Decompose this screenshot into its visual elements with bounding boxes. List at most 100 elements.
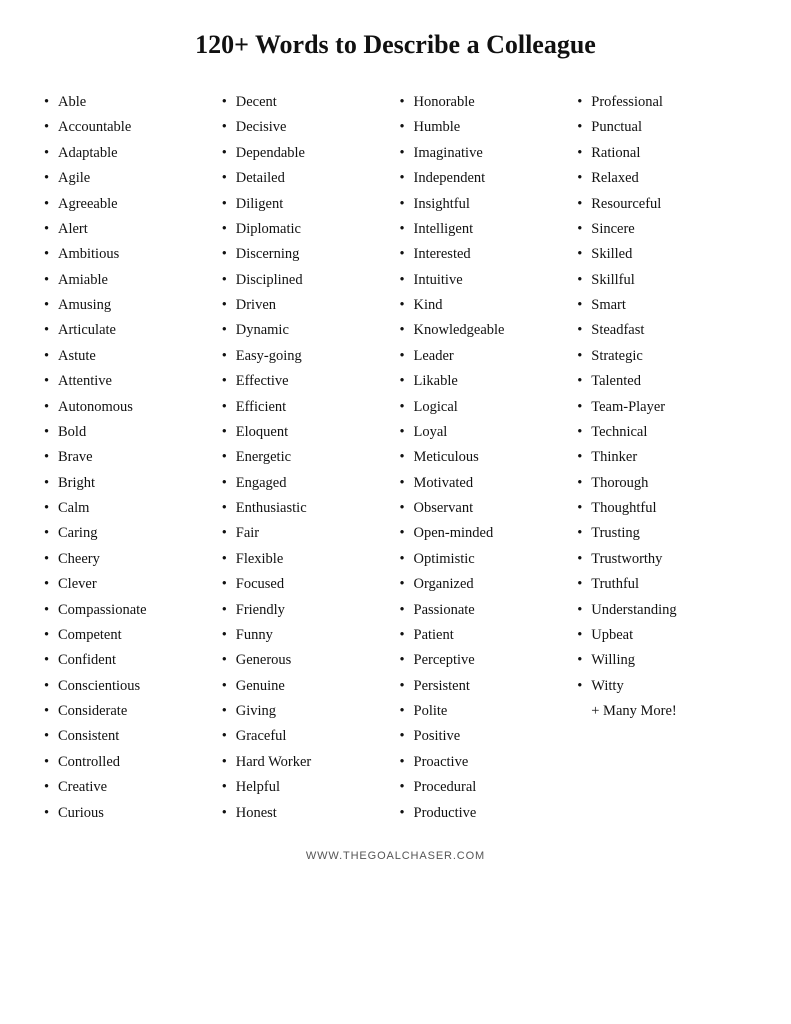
list-item: Understanding xyxy=(577,598,747,623)
list-item: Graceful xyxy=(222,724,392,749)
list-item: Steadfast xyxy=(577,318,747,343)
list-item: Professional xyxy=(577,90,747,115)
list-item: Positive xyxy=(400,724,570,749)
list-item: Proactive xyxy=(400,750,570,775)
list-item: Effective xyxy=(222,369,392,394)
list-item: Astute xyxy=(44,344,214,369)
list-item: Rational xyxy=(577,141,747,166)
list-item: Motivated xyxy=(400,471,570,496)
list-item: Thoughtful xyxy=(577,496,747,521)
list-item: Optimistic xyxy=(400,547,570,572)
list-item: Attentive xyxy=(44,369,214,394)
list-item: Agreeable xyxy=(44,192,214,217)
list-item: Engaged xyxy=(222,471,392,496)
list-item: Honorable xyxy=(400,90,570,115)
list-item: Creative xyxy=(44,775,214,800)
list-item: Perceptive xyxy=(400,648,570,673)
list-item: Decisive xyxy=(222,115,392,140)
list-item: Knowledgeable xyxy=(400,318,570,343)
list-item: Able xyxy=(44,90,214,115)
list-item: Leader xyxy=(400,344,570,369)
list-item: Polite xyxy=(400,699,570,724)
list-item: Giving xyxy=(222,699,392,724)
list-item: Intuitive xyxy=(400,268,570,293)
list-item: Witty xyxy=(577,674,747,699)
list-item: Interested xyxy=(400,242,570,267)
list-item: Trustworthy xyxy=(577,547,747,572)
list-item: Compassionate xyxy=(44,598,214,623)
list-item: Observant xyxy=(400,496,570,521)
list-item: Enthusiastic xyxy=(222,496,392,521)
list-item: Autonomous xyxy=(44,395,214,420)
list-item: Considerate xyxy=(44,699,214,724)
list-item: Adaptable xyxy=(44,141,214,166)
list-item: Hard Worker xyxy=(222,750,392,775)
columns-container: AbleAccountableAdaptableAgileAgreeableAl… xyxy=(40,90,751,826)
list-item: Productive xyxy=(400,801,570,826)
list-item: Fair xyxy=(222,521,392,546)
list-col-3: HonorableHumbleImaginativeIndependentIns… xyxy=(400,90,570,826)
list-item: Sincere xyxy=(577,217,747,242)
list-col-4: ProfessionalPunctualRationalRelaxedResou… xyxy=(577,90,747,699)
list-item: Flexible xyxy=(222,547,392,572)
list-item: Punctual xyxy=(577,115,747,140)
list-item: Independent xyxy=(400,166,570,191)
list-col-1: AbleAccountableAdaptableAgileAgreeableAl… xyxy=(44,90,214,826)
page-title: 120+ Words to Describe a Colleague xyxy=(195,30,596,60)
list-item: Resourceful xyxy=(577,192,747,217)
list-item: Diplomatic xyxy=(222,217,392,242)
list-item: Dynamic xyxy=(222,318,392,343)
list-item: Meticulous xyxy=(400,445,570,470)
list-item: Driven xyxy=(222,293,392,318)
list-item: Amusing xyxy=(44,293,214,318)
column-1: AbleAccountableAdaptableAgileAgreeableAl… xyxy=(40,90,218,826)
list-item: Humble xyxy=(400,115,570,140)
list-item: Generous xyxy=(222,648,392,673)
list-item: Thinker xyxy=(577,445,747,470)
list-item: Energetic xyxy=(222,445,392,470)
list-item: Logical xyxy=(400,395,570,420)
list-item: Helpful xyxy=(222,775,392,800)
list-item: Funny xyxy=(222,623,392,648)
list-item: Honest xyxy=(222,801,392,826)
list-col-2: DecentDecisiveDependableDetailedDiligent… xyxy=(222,90,392,826)
list-item: Organized xyxy=(400,572,570,597)
list-item: Curious xyxy=(44,801,214,826)
list-item: Ambitious xyxy=(44,242,214,267)
list-item: Articulate xyxy=(44,318,214,343)
list-item: Genuine xyxy=(222,674,392,699)
list-item: Discerning xyxy=(222,242,392,267)
list-item: Diligent xyxy=(222,192,392,217)
list-item: Smart xyxy=(577,293,747,318)
list-item: Willing xyxy=(577,648,747,673)
list-item: Procedural xyxy=(400,775,570,800)
list-item: Technical xyxy=(577,420,747,445)
list-item: Loyal xyxy=(400,420,570,445)
list-item: Brave xyxy=(44,445,214,470)
column-4: ProfessionalPunctualRationalRelaxedResou… xyxy=(573,90,751,724)
list-item: Cheery xyxy=(44,547,214,572)
list-item: Imaginative xyxy=(400,141,570,166)
list-item: Calm xyxy=(44,496,214,521)
list-item: Open-minded xyxy=(400,521,570,546)
list-item: Strategic xyxy=(577,344,747,369)
list-item: Decent xyxy=(222,90,392,115)
list-item: Alert xyxy=(44,217,214,242)
list-item: Intelligent xyxy=(400,217,570,242)
list-item: Trusting xyxy=(577,521,747,546)
list-item: Skilled xyxy=(577,242,747,267)
list-item: Competent xyxy=(44,623,214,648)
list-item: Caring xyxy=(44,521,214,546)
list-item: Upbeat xyxy=(577,623,747,648)
list-item: Friendly xyxy=(222,598,392,623)
list-item: Bold xyxy=(44,420,214,445)
list-item: Eloquent xyxy=(222,420,392,445)
list-item: Relaxed xyxy=(577,166,747,191)
footer: WWW.THEGOALCHASER.COM xyxy=(306,850,485,862)
list-item: Disciplined xyxy=(222,268,392,293)
list-item: Controlled xyxy=(44,750,214,775)
list-item: Truthful xyxy=(577,572,747,597)
list-item: Efficient xyxy=(222,395,392,420)
list-item: Confident xyxy=(44,648,214,673)
list-item: Patient xyxy=(400,623,570,648)
